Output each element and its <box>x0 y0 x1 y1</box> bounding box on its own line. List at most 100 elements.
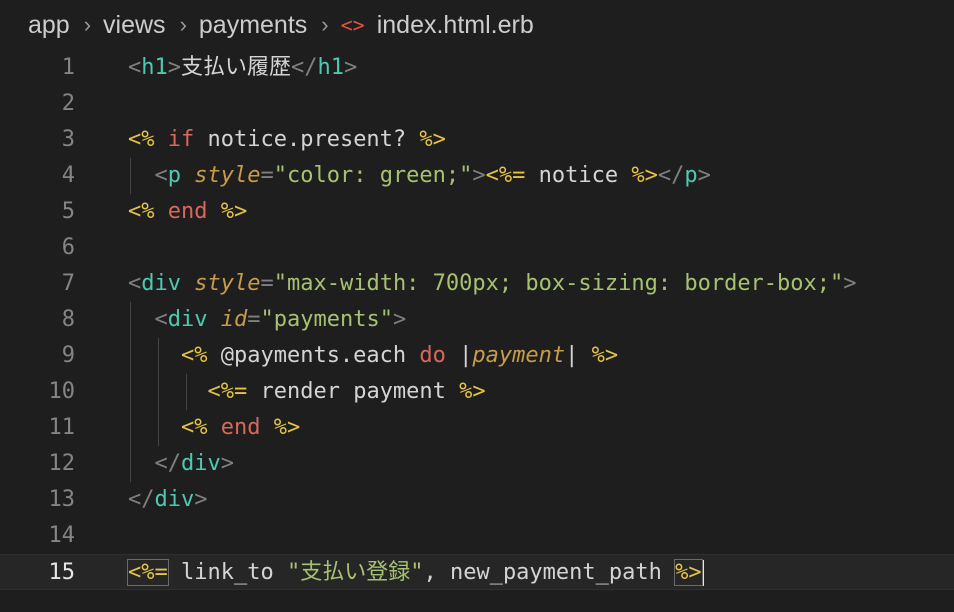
code-token: @payments.each <box>207 343 420 368</box>
breadcrumb-app[interactable]: app <box>28 11 70 40</box>
code-token: <% <box>180 343 208 368</box>
line-number: 6 <box>61 235 75 260</box>
code-token: > <box>697 163 711 188</box>
code-token: > <box>167 55 181 80</box>
code-token: h1 <box>317 55 345 80</box>
code-token: "支払い登録" <box>286 560 424 585</box>
code-text: <% end %> <box>128 194 247 230</box>
line-number: 11 <box>48 415 76 440</box>
code-token: > <box>472 163 486 188</box>
code-line[interactable]: 10 <%= render payment %> <box>0 374 954 410</box>
code-text: <% end %> <box>128 410 300 446</box>
chevron-right-icon: › <box>83 12 92 37</box>
code-line[interactable]: 7 <div style="max-width: 700px; box-sizin… <box>0 266 954 302</box>
line-number: 12 <box>48 451 76 476</box>
code-token: div <box>141 271 181 296</box>
code-line[interactable]: 1 <h1>支払い履歴</h1> <box>0 50 954 86</box>
code-token: , new_payment_path <box>423 560 676 585</box>
code-token: %> <box>674 559 703 586</box>
code-line[interactable]: 14 <box>0 518 954 554</box>
code-line[interactable]: 4 <p style="color: green;"><%= notice %>… <box>0 158 954 194</box>
breadcrumb-file[interactable]: index.html.erb <box>377 11 534 40</box>
code-token: div <box>154 487 195 512</box>
code-line[interactable]: 11 <% end %> <box>0 410 954 446</box>
code-line[interactable]: 9 <% @payments.each do |payment| %> <box>0 338 954 374</box>
line-number: 8 <box>61 307 75 332</box>
chevron-right-icon: › <box>179 12 187 37</box>
code-token: do <box>419 343 446 368</box>
code-token: < <box>128 55 142 80</box>
code-token: <% <box>128 127 155 152</box>
code-token: <%= <box>485 163 526 188</box>
code-token: %> <box>631 163 658 188</box>
code-token: </ <box>154 451 182 476</box>
line-number: 7 <box>61 271 75 296</box>
code-token: style <box>194 163 261 188</box>
code-text: <%= render payment %> <box>128 374 485 410</box>
line-number: 3 <box>61 127 75 152</box>
code-token: </ <box>291 55 318 80</box>
code-token: = <box>260 271 274 296</box>
code-text: </div> <box>128 446 235 482</box>
code-token: notice <box>525 163 632 188</box>
code-token: < <box>154 307 168 332</box>
code-editor[interactable]: 1 <h1>支払い履歴</h1> 2 3 <% if notice.present? %… <box>0 50 954 612</box>
code-line[interactable]: 6 <box>0 230 954 266</box>
code-token: end <box>167 199 208 224</box>
code-token: > <box>194 487 208 512</box>
code-text: <p style="color: green;"><%= notice %></… <box>128 158 711 194</box>
code-token: <%= <box>207 379 248 404</box>
code-token: = <box>247 307 261 332</box>
code-token: > <box>220 451 234 476</box>
breadcrumb-payments[interactable]: payments <box>199 11 307 40</box>
code-line[interactable]: 5 <% end %> <box>0 194 954 230</box>
line-number: 10 <box>48 379 76 404</box>
code-token: > <box>392 307 407 332</box>
code-token: </ <box>128 487 155 512</box>
code-line[interactable]: 8 <div id="payments"> <box>0 302 954 338</box>
code-token: 支払い履歴 <box>181 55 292 80</box>
code-text: <% @payments.each do |payment| %> <box>128 338 618 374</box>
code-line[interactable]: 13 </div> <box>0 482 954 518</box>
code-token: %> <box>220 199 248 224</box>
text-cursor <box>701 560 704 586</box>
code-token: div <box>181 451 221 476</box>
code-token: %> <box>591 343 619 368</box>
line-number: 15 <box>48 560 76 585</box>
code-token: h1 <box>141 55 168 80</box>
code-line[interactable]: 2 <box>0 86 954 122</box>
code-token: p <box>167 163 181 188</box>
code-text: <div id="payments"> <box>128 302 407 338</box>
breadcrumb-views[interactable]: views <box>103 11 166 40</box>
code-line[interactable]: 12 </div> <box>0 446 954 482</box>
code-token: payment <box>472 343 566 368</box>
code-token: %> <box>273 415 301 440</box>
line-number: 1 <box>61 55 75 80</box>
html-file-icon: <> <box>340 13 365 37</box>
code-token: = <box>260 163 274 188</box>
code-token: %> <box>419 127 446 152</box>
code-token: | <box>445 343 473 368</box>
code-text: </div> <box>128 482 208 518</box>
code-text: <% if notice.present? %> <box>128 122 446 158</box>
code-token: <% <box>180 415 208 440</box>
line-number: 9 <box>61 343 75 368</box>
code-line[interactable]: 15 <%= link_to "支払い登録", new_payment_path … <box>0 554 954 590</box>
code-text: <div style="max-width: 700px; box-sizing… <box>128 266 857 302</box>
code-token: div <box>167 307 208 332</box>
code-line[interactable]: 3 <% if notice.present? %> <box>0 122 954 158</box>
code-token: <% <box>128 199 155 224</box>
code-token: id <box>220 307 248 332</box>
